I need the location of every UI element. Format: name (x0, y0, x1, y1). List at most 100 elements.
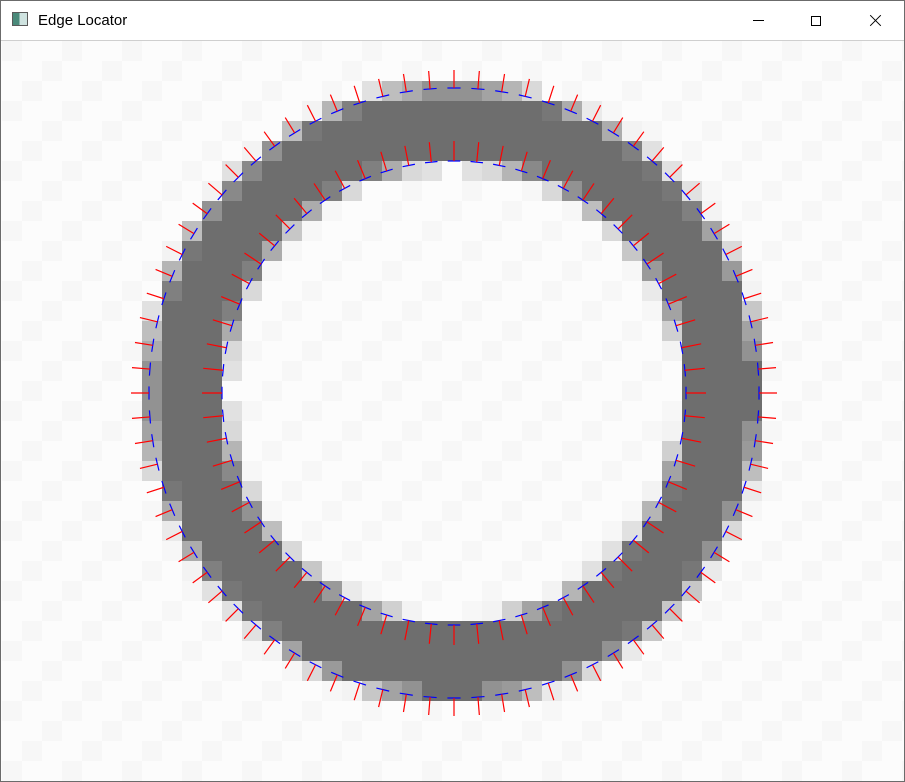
ring-pixel (362, 681, 382, 701)
background-pixel (122, 761, 142, 781)
background-pixel (662, 701, 682, 721)
ring-pixel (202, 521, 222, 541)
background-pixel (762, 241, 782, 261)
edge-normal-mark (353, 85, 361, 104)
background-pixel (382, 501, 402, 521)
background-pixel (582, 361, 602, 381)
ring-pixel (622, 141, 642, 161)
background-pixel (102, 181, 122, 201)
ring-pixel (302, 641, 322, 661)
ring-pixel (442, 641, 462, 661)
close-button[interactable] (846, 1, 904, 40)
title-bar[interactable]: Edge Locator (1, 1, 904, 41)
background-pixel (222, 61, 242, 81)
background-pixel (382, 381, 402, 401)
edge-normal-mark (146, 292, 165, 300)
background-pixel (802, 621, 822, 641)
background-pixel (442, 741, 462, 761)
ring-pixel (282, 181, 302, 201)
ring-pixel (182, 401, 202, 421)
ring-pixel (662, 341, 682, 361)
maximize-icon (811, 15, 821, 26)
background-pixel (162, 661, 182, 681)
background-pixel (882, 181, 902, 201)
background-pixel (642, 301, 662, 321)
background-pixel (502, 441, 522, 461)
background-pixel (562, 81, 582, 101)
ring-pixel (562, 581, 582, 601)
ring-pixel (482, 661, 502, 681)
background-pixel (82, 141, 102, 161)
ring-pixel (542, 601, 562, 621)
edge-locator-window: Edge Locator (0, 0, 905, 782)
ring-pixel (562, 141, 582, 161)
background-pixel (742, 501, 762, 521)
ring-pixel (242, 481, 262, 501)
background-pixel (702, 661, 722, 681)
ring-pixel (402, 661, 422, 681)
ring-pixel (462, 161, 482, 181)
ring-pixel (322, 601, 342, 621)
ring-pixel (382, 641, 402, 661)
background-pixel (382, 441, 402, 461)
ring-pixel (222, 241, 242, 261)
background-pixel (402, 301, 422, 321)
ring-pixel (342, 141, 362, 161)
background-pixel (42, 241, 62, 261)
background-pixel (342, 421, 362, 441)
ring-pixel (602, 161, 622, 181)
ring-pixel (702, 441, 722, 461)
background-pixel (802, 201, 822, 221)
ring-pixel (542, 181, 562, 201)
minimize-button[interactable] (729, 1, 787, 40)
ring-pixel (462, 121, 482, 141)
ring-pixel (402, 601, 422, 621)
ring-pixel (242, 221, 262, 241)
background-pixel (502, 501, 522, 521)
edge-normal-mark (146, 486, 165, 494)
ring-pixel (182, 261, 202, 281)
background-pixel (22, 81, 42, 101)
background-pixel (42, 721, 62, 741)
background-pixel (102, 301, 122, 321)
maximize-button[interactable] (787, 1, 845, 40)
background-pixel (862, 381, 882, 401)
ring-pixel (602, 641, 622, 661)
background-pixel (862, 441, 882, 461)
background-pixel (122, 341, 142, 361)
ring-pixel (182, 421, 202, 441)
background-pixel (602, 761, 622, 781)
ring-pixel (382, 101, 402, 121)
ring-pixel (702, 561, 722, 581)
background-pixel (302, 401, 322, 421)
ring-pixel (542, 661, 562, 681)
background-pixel (542, 341, 562, 361)
background-pixel (162, 601, 182, 621)
background-pixel (402, 721, 422, 741)
ring-pixel (602, 621, 622, 641)
background-pixel (122, 581, 142, 601)
background-pixel (542, 461, 562, 481)
ring-pixel (202, 561, 222, 581)
ring-pixel (282, 121, 302, 141)
background-pixel (142, 201, 162, 221)
background-pixel (722, 221, 742, 241)
ring-pixel (622, 541, 642, 561)
ring-pixel (642, 261, 662, 281)
background-pixel (62, 761, 82, 781)
ring-pixel (442, 121, 462, 141)
background-pixel (762, 601, 782, 621)
background-pixel (302, 521, 322, 541)
background-pixel (622, 381, 642, 401)
background-pixel (2, 281, 22, 301)
ring-pixel (182, 301, 202, 321)
ring-pixel (662, 461, 682, 481)
background-pixel (182, 101, 202, 121)
ring-pixel (262, 161, 282, 181)
background-pixel (302, 221, 322, 241)
ring-pixel (622, 201, 642, 221)
background-pixel (602, 521, 622, 541)
background-pixel (482, 461, 502, 481)
background-pixel (242, 41, 262, 61)
ring-pixel (202, 541, 222, 561)
